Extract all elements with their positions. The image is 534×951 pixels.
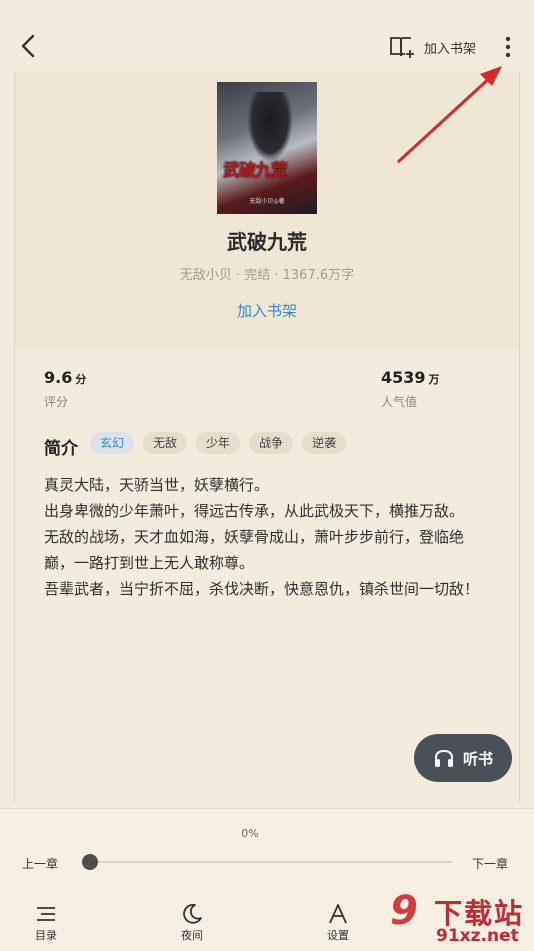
headphones-icon [434,749,453,767]
next-chapter-button[interactable]: 下一章 [472,855,508,872]
tag-wudi[interactable]: 无敌 [143,432,188,454]
tag-xuanhuan[interactable]: 玄幻 [90,432,135,454]
prev-chapter-button[interactable]: 上一章 [22,855,58,872]
score-stat: 9.6 分 评分 [44,368,86,410]
progress-track[interactable] [90,861,452,863]
score-label: 评分 [44,395,69,409]
description-paragraph: 无敌的战场，天才血如海，妖孽骨成山，萧叶步步前行，登临绝巅，一路打到世上无人敢称… [44,528,465,572]
listen-button[interactable]: 听书 [414,734,512,782]
annotation-arrow [396,66,502,164]
book-description: 真灵大陆，天骄当世，妖孽横行。 出身卑微的少年萧叶，得远古传承，从此武极天下，横… [44,472,490,602]
book-title: 武破九荒 [227,230,307,254]
tag-zhanzheng[interactable]: 战争 [249,432,294,454]
progress-percent: 0% [241,827,259,840]
popularity-stat: 4539 万 人气值 [381,368,440,410]
popularity-value: 4539 [381,368,426,387]
popularity-label: 人气值 [381,395,418,409]
watermark-logo: 9 [390,888,418,934]
popularity-unit: 万 [428,373,440,386]
watermark-url: 91xz.net [436,926,519,946]
watermark: 9 下载站 91xz.net [388,880,534,950]
nav-settings[interactable]: 设置 [308,901,368,943]
description-paragraph: 出身卑微的少年萧叶，得远古传承，从此武极天下，横推万敌。 [44,502,465,520]
intro-heading: 简介 [44,439,78,459]
description-paragraph: 吾辈武者，当宁折不屈，杀伐决断，快意恩仇，镇杀世间一切敌！ [44,580,480,598]
listen-label: 听书 [462,749,493,768]
tag-shaonian[interactable]: 少年 [196,432,241,454]
nav-night-mode[interactable]: 夜间 [162,901,222,943]
book-meta: 无敌小贝 · 完结 · 1367.6万字 [179,268,355,283]
score-unit: 分 [75,373,87,386]
nav-night-label: 夜间 [181,929,203,942]
tag-nixi[interactable]: 逆袭 [302,432,347,454]
nav-catalog[interactable]: 目录 [16,901,76,943]
list-icon [37,907,55,921]
progress-slider-handle[interactable] [82,854,98,870]
score-value: 9.6 [44,368,73,387]
nav-catalog-label: 目录 [35,929,57,942]
genre-tags: 玄幻 无敌 少年 战争 逆袭 [90,432,355,454]
description-paragraph: 真灵大陆，天骄当世，妖孽横行。 [44,476,270,494]
add-to-shelf-link[interactable]: 加入书架 [0,300,534,321]
font-icon [329,904,347,924]
moon-icon [183,903,202,924]
nav-settings-label: 设置 [327,929,349,942]
